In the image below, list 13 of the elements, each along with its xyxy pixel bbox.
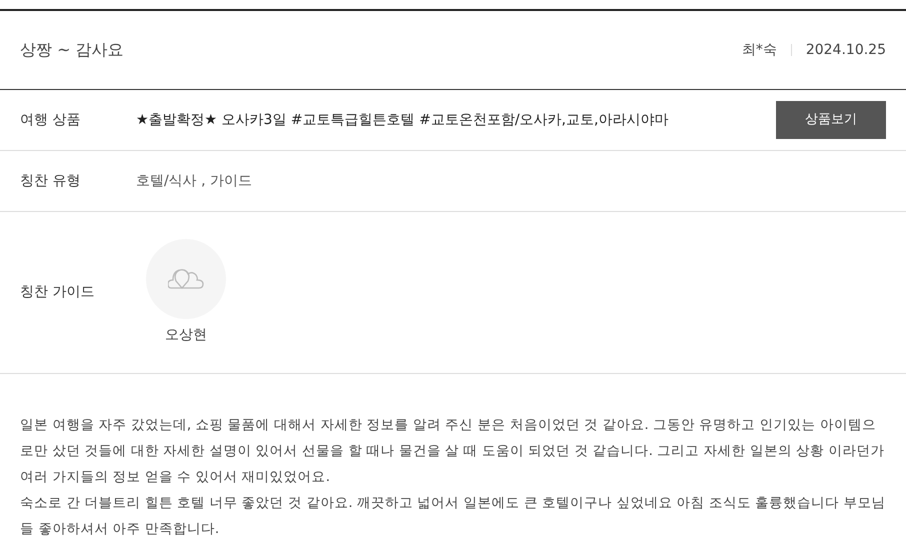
product-name: ★출발확정★ 오사카3일 #교토특급힐튼호텔 #교토온천포함/오사카,교토,아라시야마 [136, 110, 670, 130]
review-paragraph: 일본 여행을 자주 갔었는데, 쇼핑 물품에 대해서 자세한 정보를 알려 주신 분은 처음이었던 것 같아요. 그동안 유명하고 인기있는 아이템으로만 샀던 것들에 대한 자세한 설명이 있어서 선물을 할 때나 물건을 살 때 도움이 되었던 것 같습니다. 그리고 자세한 일본의 상황 이라던가 여러 가지들의 정보 얻을 수 있어서 재미있었어요. [20, 416, 886, 487]
review-title: 상짱 ~ 감사요 [20, 39, 124, 61]
row-label: 칭찬 가이드 [20, 283, 96, 302]
review-paragraph: 숙소로 간 더블트리 힐튼 호텔 너무 좋았던 것 같아요. 깨끗하고 넓어서 일본에도 큰 호텔이구나 싶었네요 아침 조식도 훌륭했습니다 부모님들 좋아하셔서 아주 만족합니다. [20, 494, 886, 539]
review-date: 2024.10.25 [806, 40, 886, 60]
row-label: 칭찬 유형 [20, 172, 82, 190]
guide-name: 오상현 [165, 326, 207, 345]
cloud-icon [168, 268, 204, 290]
view-product-button[interactable]: 상품보기 [776, 101, 886, 139]
author-name: 최*숙 [742, 40, 777, 60]
praise-type-value: 호텔/식사 , 가이드 [136, 172, 252, 190]
row-label: 여행 상품 [20, 110, 82, 130]
